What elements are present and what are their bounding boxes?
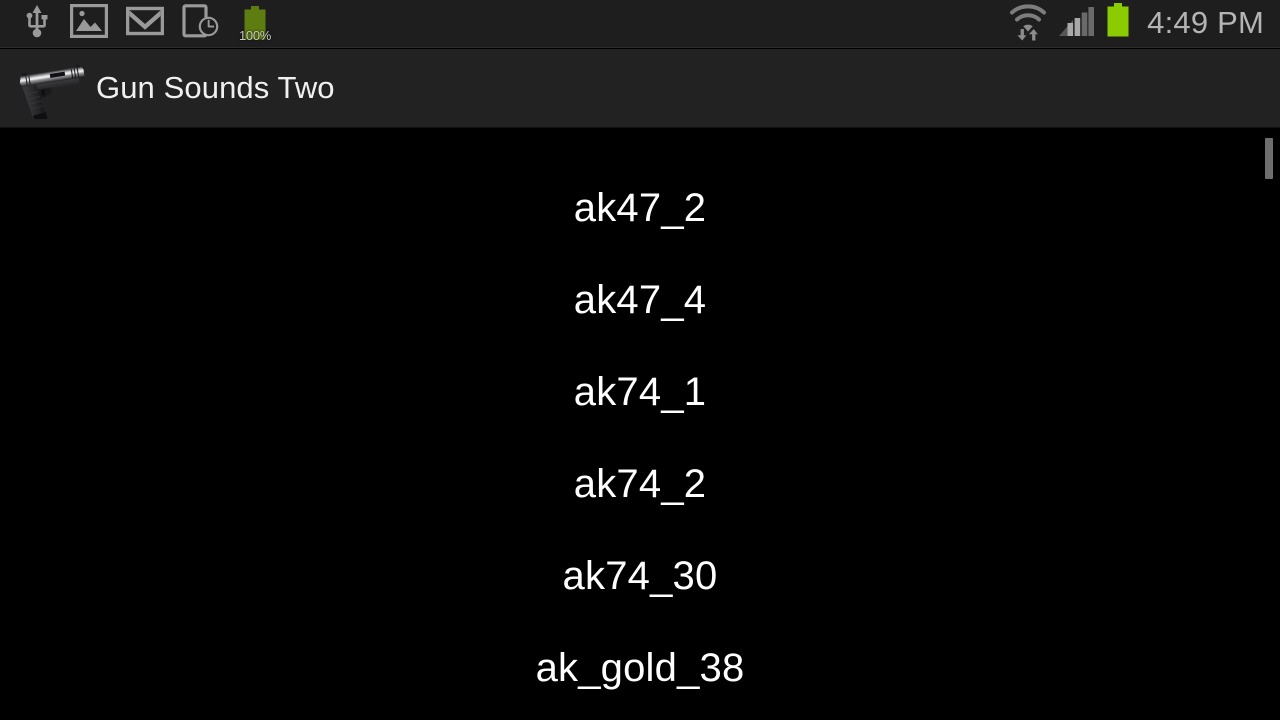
usb-icon bbox=[22, 4, 52, 43]
list-item[interactable]: _ bbox=[0, 128, 1280, 140]
status-bar-clock: 4:49 PM bbox=[1147, 5, 1264, 40]
status-bar[interactable]: 100% 4:49 PM bbox=[0, 0, 1280, 48]
list-item[interactable]: ak74_2 bbox=[0, 438, 1280, 530]
vertical-scrollbar[interactable] bbox=[1265, 138, 1273, 179]
battery-icon bbox=[1103, 2, 1133, 45]
battery-charge-icon: 100% bbox=[238, 4, 272, 44]
cellular-signal-icon bbox=[1058, 4, 1095, 43]
list-item-label: ak_gold_38 bbox=[535, 645, 745, 690]
list-item-label: ak47_2 bbox=[573, 185, 707, 230]
list-item-label: ak74_30 bbox=[562, 553, 718, 598]
list-item[interactable]: ak74_1 bbox=[0, 346, 1280, 438]
list-item-label: ak74_1 bbox=[573, 369, 707, 414]
list-item[interactable]: ak74_30 bbox=[0, 530, 1280, 622]
gallery-icon bbox=[70, 4, 108, 43]
list-item-label: ak47_4 bbox=[573, 277, 707, 322]
status-bar-notification-icons: 100% bbox=[0, 0, 272, 48]
page-title: Gun Sounds Two bbox=[96, 70, 335, 105]
list-item[interactable]: ak_gold_38 bbox=[0, 622, 1280, 714]
list-item[interactable]: ak47_2 bbox=[0, 162, 1280, 254]
action-bar: Gun Sounds Two bbox=[0, 49, 1280, 128]
wifi-transfer-icon bbox=[1007, 1, 1049, 46]
device-clock-icon bbox=[182, 4, 220, 43]
gmail-icon bbox=[125, 4, 165, 43]
list-item[interactable]: ak47_4 bbox=[0, 254, 1280, 346]
sound-list[interactable]: _ ak47_2 ak47_4 ak74_1 ak74_2 ak74_30 ak… bbox=[0, 128, 1280, 720]
list-item-label: ak74_2 bbox=[573, 461, 707, 506]
battery-percent-label: 100% bbox=[238, 27, 272, 43]
status-bar-system-icons: 4:49 PM bbox=[1007, 0, 1280, 48]
pistol-icon bbox=[18, 57, 90, 122]
